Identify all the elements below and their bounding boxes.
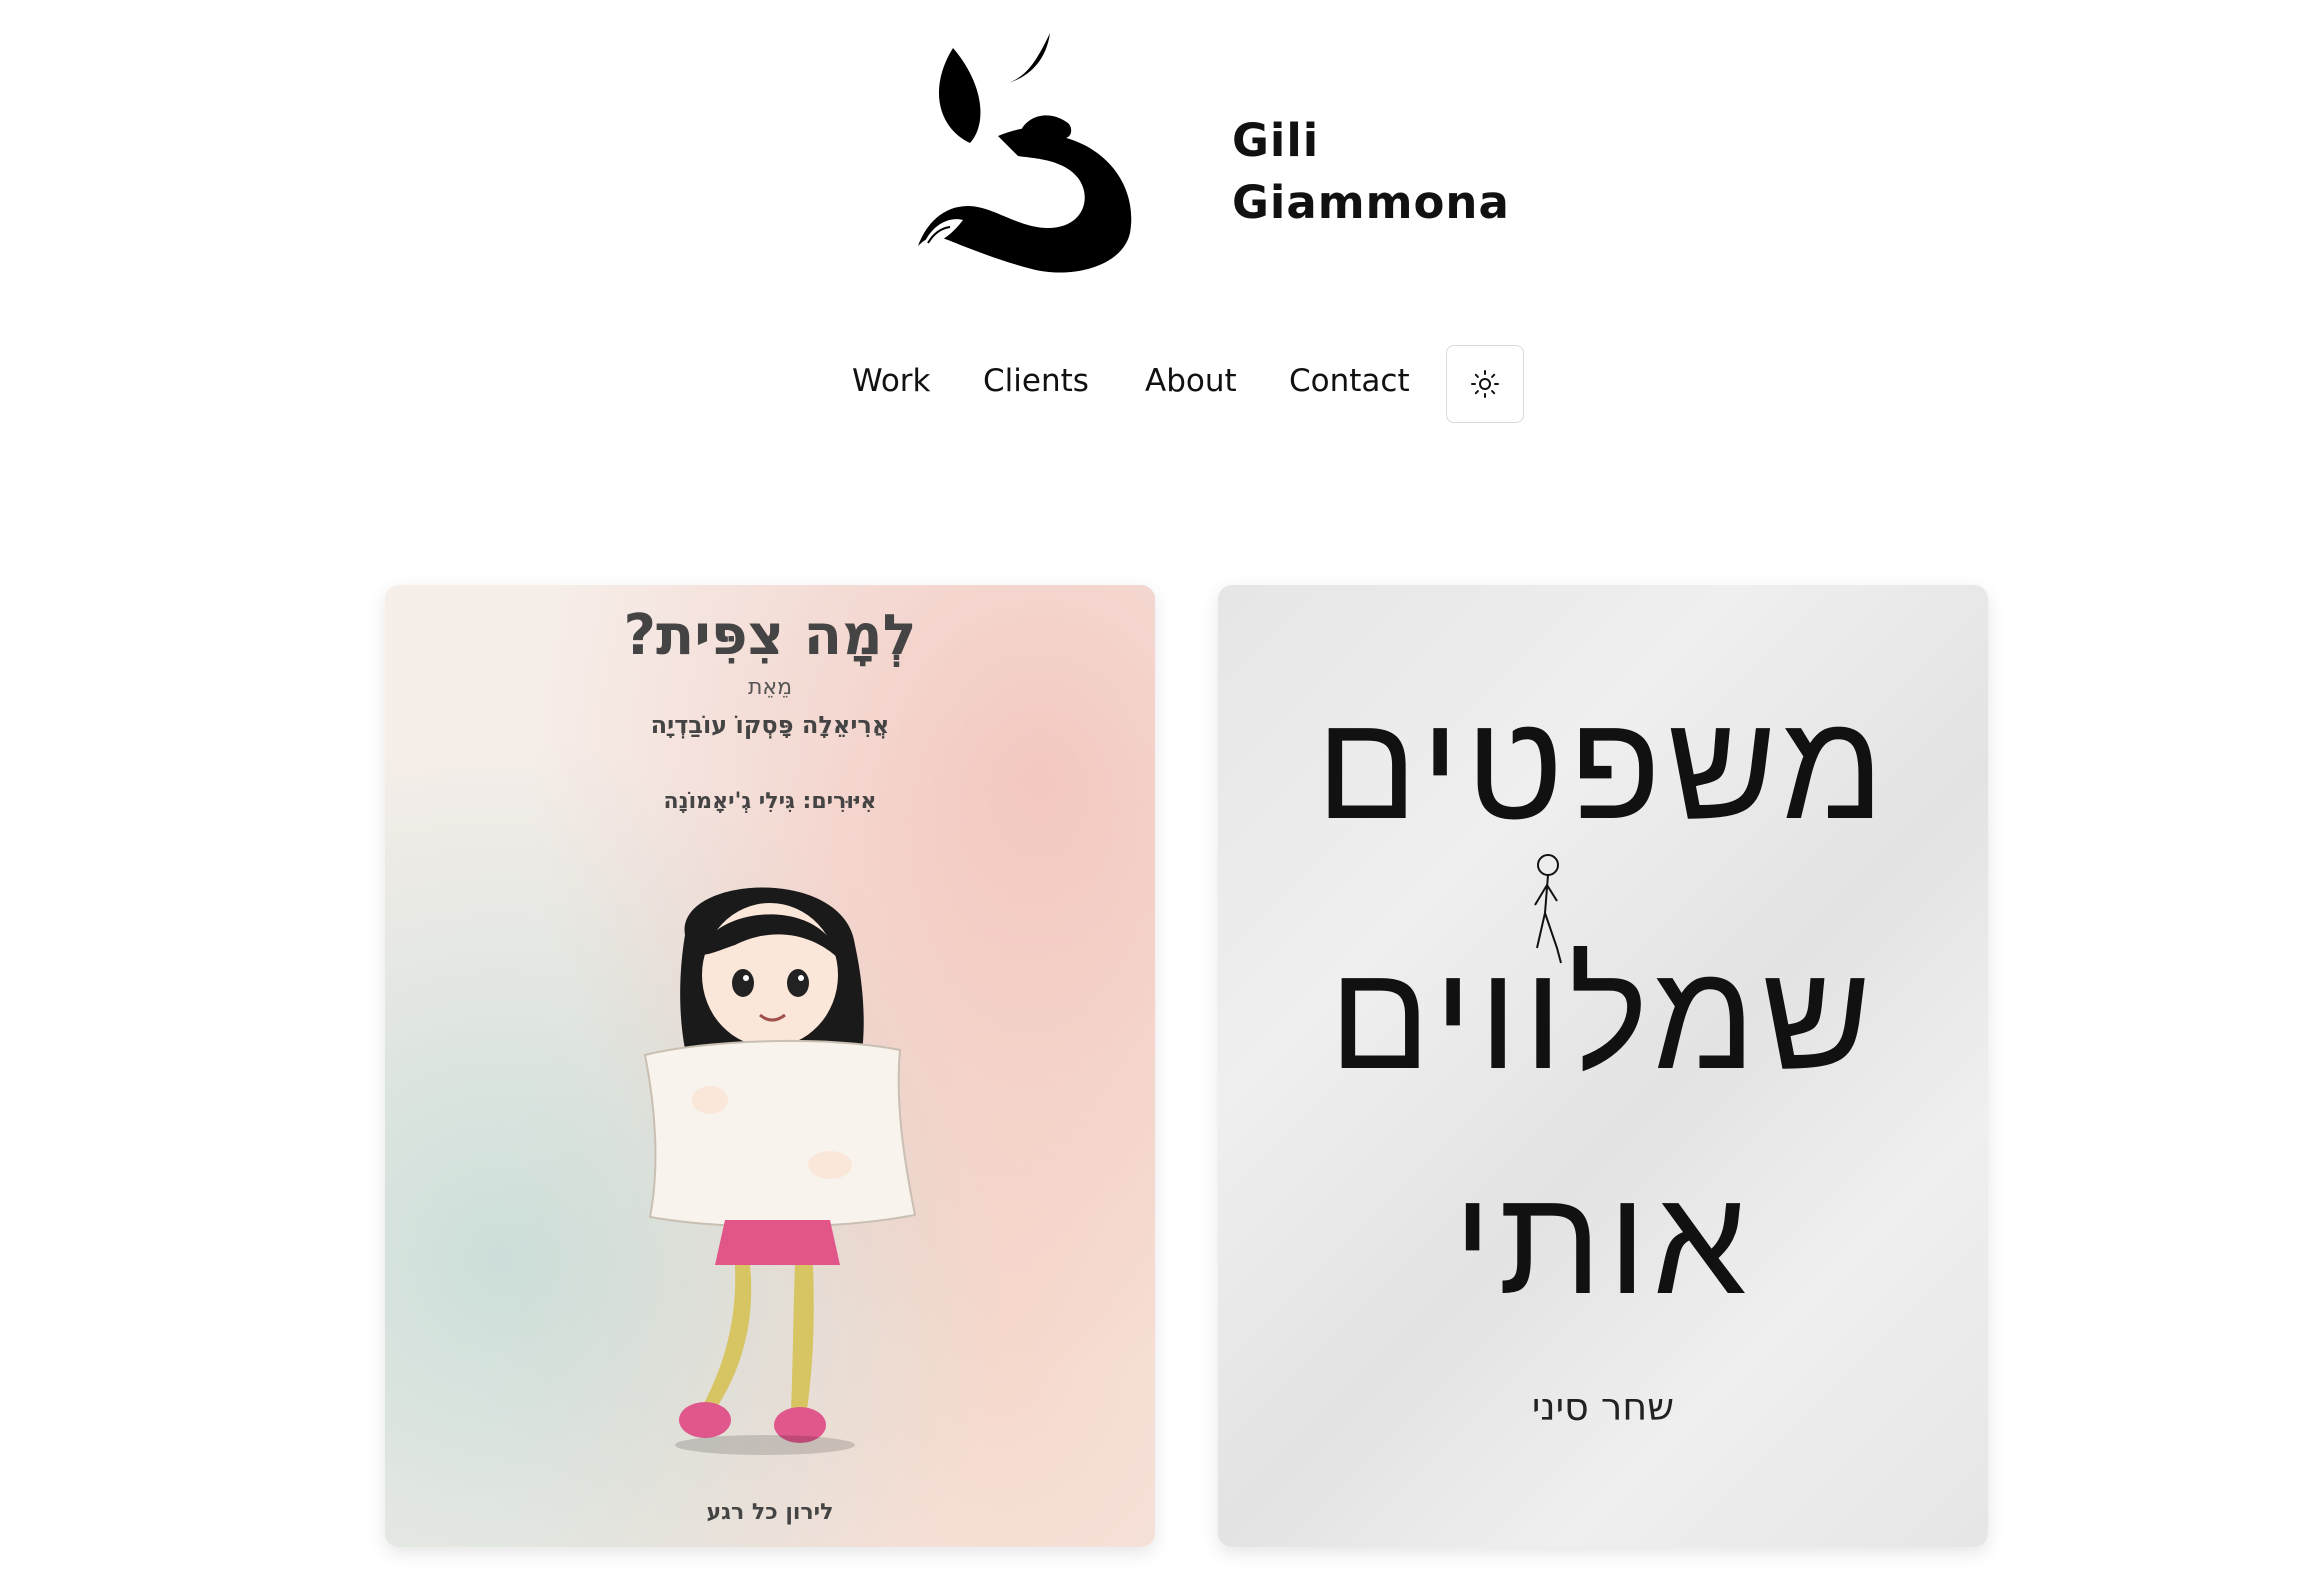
theme-toggle-button[interactable]: [1446, 345, 1524, 423]
work-card-lama-tzipit[interactable]: לְמָה צִפִּית? מֵאֵת אֲרִיאֵלָה פָּסְקוֹ…: [385, 585, 1155, 1547]
book-illustrator: אִיּוּרִים: גִּילִי גְ'יאָמוֹנָה: [663, 789, 877, 814]
book-title-line3: אותי: [1453, 1155, 1753, 1329]
book-title-line1: משפטים: [1315, 680, 1891, 854]
book-author: אֲרִיאֵלָה פָּסְקוֹ עוֹבַדְיָה: [650, 711, 890, 739]
brand-name[interactable]: Gili Giammona: [1232, 110, 1510, 234]
sun-icon: [1471, 370, 1499, 398]
girl-hugging-pillow-illustration: [643, 887, 917, 1455]
nav-item-work[interactable]: Work: [852, 363, 931, 399]
book-publisher: לירון כל רגע: [706, 1500, 834, 1525]
main-nav: Work Clients About Contact: [0, 345, 2320, 425]
book-title: לְמָה צִפִּית?: [623, 603, 917, 668]
nav-item-about[interactable]: About: [1145, 363, 1237, 399]
nav-item-contact[interactable]: Contact: [1289, 363, 1410, 399]
brand-name-line1: Gili: [1232, 114, 1320, 167]
fox-logo-icon[interactable]: [908, 28, 1168, 278]
book-by-label: מֵאֵת: [747, 675, 793, 700]
book-author: שחר סיני: [1531, 1385, 1675, 1429]
brand-name-line2: Giammona: [1232, 176, 1510, 229]
site-header: Gili Giammona: [0, 0, 2320, 300]
book-title-line2: שמלווים: [1328, 930, 1878, 1104]
nav-item-clients[interactable]: Clients: [983, 363, 1089, 399]
work-card-mishpatim[interactable]: משפטים שמלווים אותי שחר סיני: [1218, 585, 1988, 1547]
